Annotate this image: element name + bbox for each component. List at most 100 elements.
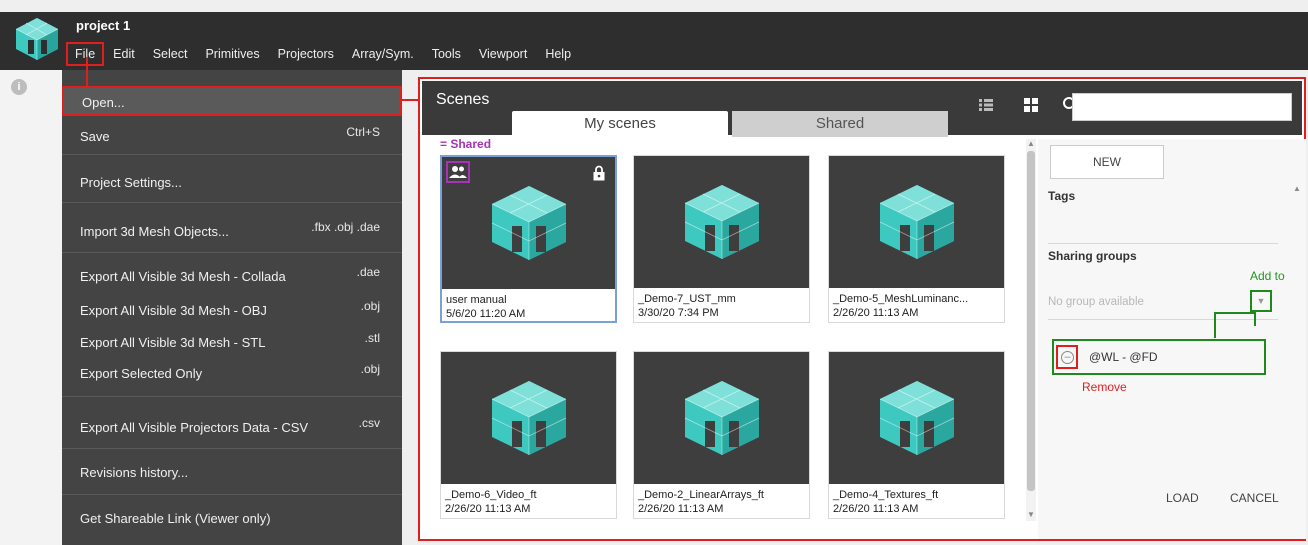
menu-item-shortcut: .obj xyxy=(360,362,380,376)
file-menu-item-project-settings[interactable]: Project Settings... xyxy=(62,168,402,198)
menu-projectors[interactable]: Projectors xyxy=(269,42,343,66)
scene-logo-icon xyxy=(879,185,954,259)
menu-tools[interactable]: Tools xyxy=(423,42,470,66)
menu-separator xyxy=(62,396,402,397)
menu-item-label: Export All Visible 3d Mesh - OBJ xyxy=(80,303,267,318)
scene-card[interactable]: user manual 5/6/20 11:20 AM xyxy=(440,155,617,323)
lock-icon xyxy=(593,165,605,181)
new-button[interactable]: NEW xyxy=(1050,145,1164,179)
menu-item-shortcut: Ctrl+S xyxy=(346,125,380,139)
menu-item-shortcut: .dae xyxy=(356,265,380,279)
scene-card[interactable]: _Demo-7_UST_mm 3/30/20 7:34 PM xyxy=(633,155,810,323)
tab-shared[interactable]: Shared xyxy=(732,111,948,137)
scroll-up-icon[interactable]: ▲ xyxy=(1293,185,1301,193)
scene-thumbnail xyxy=(634,156,809,288)
file-menu-item-export-all-visible-3d-mesh-obj[interactable]: Export All Visible 3d Mesh - OBJ .obj xyxy=(62,299,402,322)
menu-primitives[interactable]: Primitives xyxy=(196,42,268,66)
scene-card[interactable]: _Demo-5_MeshLuminanc... 2/26/20 11:13 AM xyxy=(828,155,1005,323)
load-button[interactable]: LOAD xyxy=(1166,491,1199,505)
file-menu-item-revisions-history[interactable]: Revisions history... xyxy=(62,458,402,488)
menu-array-sym[interactable]: Array/Sym. xyxy=(343,42,423,66)
file-menu-item-open[interactable]: Open... xyxy=(62,86,402,116)
scene-logo-icon xyxy=(491,186,566,260)
file-menu-item-save[interactable]: Save Ctrl+S xyxy=(62,122,402,152)
app-bar: project 1 File Edit Select Primitives Projec… xyxy=(0,12,1308,70)
scroll-up-icon[interactable]: ▲ xyxy=(1027,140,1035,148)
annotation-connector xyxy=(1214,312,1256,314)
menu-item-label: Import 3d Mesh Objects... xyxy=(80,224,229,239)
scene-card[interactable]: _Demo-6_Video_ft 2/26/20 11:13 AM xyxy=(440,351,617,519)
scene-logo-icon xyxy=(879,381,954,455)
sharing-group-row: – @WL - @FD xyxy=(1052,339,1266,375)
scene-logo-icon xyxy=(684,381,759,455)
file-menu-item-import-3d-mesh-objects[interactable]: Import 3d Mesh Objects... .fbx .obj .dae xyxy=(62,217,402,247)
cancel-button[interactable]: CANCEL xyxy=(1230,491,1279,505)
menu-item-label: Get Shareable Link (Viewer only) xyxy=(80,511,271,526)
menu-edit[interactable]: Edit xyxy=(104,42,144,66)
app-logo xyxy=(15,18,59,60)
menu-item-label: Save xyxy=(80,129,110,144)
annotation-connector xyxy=(402,99,418,101)
scene-name: _Demo-2_LinearArrays_ft xyxy=(638,489,764,501)
tab-my-scenes[interactable]: My scenes xyxy=(512,111,728,137)
menu-item-label: Export All Visible Projectors Data - CSV xyxy=(80,420,309,435)
sharing-groups-label: Sharing groups xyxy=(1048,249,1137,263)
menu-item-shortcut: .stl xyxy=(364,331,380,345)
scene-name: _Demo-7_UST_mm xyxy=(638,293,736,305)
menu-item-shortcut: .obj xyxy=(360,299,380,313)
search-input[interactable] xyxy=(1072,93,1292,121)
scene-card[interactable]: _Demo-4_Textures_ft 2/26/20 11:13 AM xyxy=(828,351,1005,519)
add-to-label: Add to xyxy=(1250,269,1285,283)
menu-separator xyxy=(62,154,402,155)
file-menu-item-export-all-visible-3d-mesh-collada[interactable]: Export All Visible 3d Mesh - Collada .dae xyxy=(62,265,402,288)
project-title: project 1 xyxy=(76,18,131,33)
menu-item-label: Project Settings... xyxy=(80,175,182,190)
details-scrollbar[interactable]: ▲ xyxy=(1292,185,1302,485)
scene-name: _Demo-4_Textures_ft xyxy=(833,489,939,501)
annotation-connector xyxy=(86,57,88,86)
menu-item-label: Open... xyxy=(82,95,125,110)
divider xyxy=(1048,319,1278,320)
menu-select[interactable]: Select xyxy=(144,42,197,66)
file-menu-item-export-selected-only[interactable]: Export Selected Only .obj xyxy=(62,362,402,385)
scene-date: 5/6/20 11:20 AM xyxy=(446,308,526,320)
scene-thumbnail xyxy=(441,352,616,484)
remove-label: Remove xyxy=(1082,380,1127,394)
scene-thumbnail xyxy=(829,352,1004,484)
scroll-down-icon[interactable]: ▼ xyxy=(1027,511,1035,519)
file-menu-item-export-all-visible-projectors-data-csv[interactable]: Export All Visible Projectors Data - CSV… xyxy=(62,413,402,443)
left-rail: i xyxy=(0,70,62,545)
scene-thumbnail xyxy=(829,156,1004,288)
info-icon[interactable]: i xyxy=(11,79,27,95)
shared-legend: = Shared xyxy=(440,137,492,151)
list-view-icon[interactable] xyxy=(979,98,993,112)
scene-name: user manual xyxy=(446,294,507,306)
scene-date: 2/26/20 11:13 AM xyxy=(445,503,531,515)
file-menu-item-get-shareable-link-viewer-only[interactable]: Get Shareable Link (Viewer only) xyxy=(62,504,402,534)
file-menu-item-export-all-visible-3d-mesh-stl[interactable]: Export All Visible 3d Mesh - STL .stl xyxy=(62,331,402,354)
menu-item-shortcut: .csv xyxy=(358,416,380,430)
menu-help[interactable]: Help xyxy=(536,42,580,66)
scene-details-panel: NEW Tags Sharing groups Add to No group … xyxy=(1038,139,1306,539)
menu-item-label: Export All Visible 3d Mesh - STL xyxy=(80,335,266,350)
group-select[interactable]: No group available xyxy=(1048,296,1144,308)
menu-separator xyxy=(62,494,402,495)
menu-separator xyxy=(62,252,402,253)
annotation-connector xyxy=(1214,312,1216,338)
menu-viewport[interactable]: Viewport xyxy=(470,42,536,66)
menu-bar: File Edit Select Primitives Projectors Array/… xyxy=(66,42,580,66)
scene-list-scrollbar[interactable]: ▲ ▼ xyxy=(1026,139,1036,521)
grid-view-icon[interactable] xyxy=(1024,98,1038,112)
chevron-down-icon[interactable]: ▼ xyxy=(1250,290,1272,312)
scene-name: _Demo-5_MeshLuminanc... xyxy=(833,293,969,305)
scene-card[interactable]: _Demo-2_LinearArrays_ft 2/26/20 11:13 AM xyxy=(633,351,810,519)
minus-circle-icon: – xyxy=(1061,351,1074,364)
scene-date: 2/26/20 11:13 AM xyxy=(638,503,724,515)
scene-date: 2/26/20 11:13 AM xyxy=(833,503,919,515)
group-name: @WL - @FD xyxy=(1089,350,1158,364)
menu-separator xyxy=(62,202,402,203)
dialog-title: Scenes xyxy=(436,91,490,108)
remove-group-button[interactable]: – xyxy=(1056,345,1078,369)
scrollbar-thumb[interactable] xyxy=(1027,151,1035,491)
menu-item-label: Revisions history... xyxy=(80,465,189,480)
